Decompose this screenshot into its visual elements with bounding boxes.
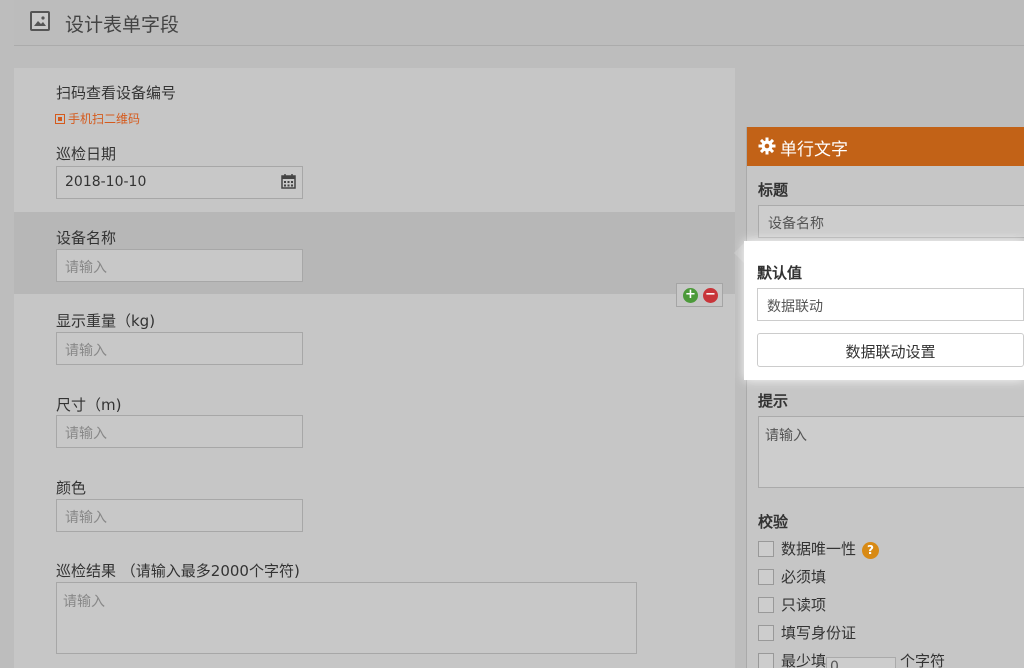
date-field-label: 巡检日期 [56, 145, 117, 163]
gear-icon [758, 137, 776, 155]
idcard-checkbox[interactable]: 填写身份证 [758, 622, 856, 643]
checkbox-box[interactable] [758, 569, 774, 585]
image-icon [30, 11, 50, 31]
scan-qr-link[interactable]: 手机扫二维码 [55, 110, 140, 127]
unique-checkbox[interactable]: 数据唯一性? [758, 538, 880, 559]
default-value-input[interactable]: 数据联动 [757, 288, 1024, 321]
min-length-checkbox[interactable]: 最少填 0 个字符 [758, 650, 945, 668]
data-linkage-settings-button[interactable]: 数据联动设置 [757, 333, 1024, 367]
row-controls: + − [676, 283, 723, 307]
form-preview: 扫码查看设备编号 手机扫二维码 巡检日期 2018-10-10 设备名称 请输入… [14, 68, 735, 668]
checkbox-box[interactable] [758, 597, 774, 613]
min-length-input[interactable]: 0 [826, 657, 897, 668]
size-input[interactable]: 请输入 [56, 415, 303, 448]
checkbox-box[interactable] [758, 541, 774, 557]
date-input[interactable]: 2018-10-10 [56, 166, 303, 199]
color-label: 颜色 [56, 479, 87, 497]
help-icon[interactable]: ? [862, 542, 880, 559]
size-label: 尺寸（m) [56, 396, 122, 414]
hint-prop-textarea[interactable]: 请输入 [758, 416, 1024, 488]
checkbox-box[interactable] [758, 653, 774, 668]
remove-field-icon[interactable]: − [703, 288, 718, 303]
hint-prop-label: 提示 [758, 392, 789, 410]
color-input[interactable]: 请输入 [56, 499, 303, 532]
panel-title: 单行文字 [780, 140, 848, 160]
checkbox-box[interactable] [758, 625, 774, 641]
panel-header: 单行文字 [747, 127, 1024, 166]
title-prop-label: 标题 [758, 181, 789, 199]
weight-label: 显示重量（kg) [56, 312, 156, 330]
required-checkbox[interactable]: 必须填 [758, 566, 826, 587]
title-prop-input[interactable]: 设备名称 [758, 205, 1024, 238]
scan-field-label: 扫码查看设备编号 [56, 84, 177, 102]
readonly-checkbox[interactable]: 只读项 [758, 594, 826, 615]
device-name-input[interactable]: 请输入 [56, 249, 303, 282]
device-name-label: 设备名称 [56, 229, 117, 247]
result-label: 巡检结果 （请输入最多2000个字符) [56, 562, 300, 580]
add-field-icon[interactable]: + [683, 288, 698, 303]
page-header: 设计表单字段 [14, 0, 1024, 46]
page-title: 设计表单字段 [65, 14, 180, 36]
default-value-label: 默认值 [757, 264, 803, 282]
qr-code-icon [55, 114, 65, 124]
result-textarea[interactable]: 请输入 [56, 582, 637, 654]
field-properties-panel: 单行文字 标题 设备名称 提示 请输入 校验 数据唯一性? 必须填 只读项 填写… [746, 127, 1024, 668]
weight-input[interactable]: 请输入 [56, 332, 303, 365]
calendar-icon[interactable] [281, 173, 296, 189]
validation-label: 校验 [758, 513, 789, 531]
